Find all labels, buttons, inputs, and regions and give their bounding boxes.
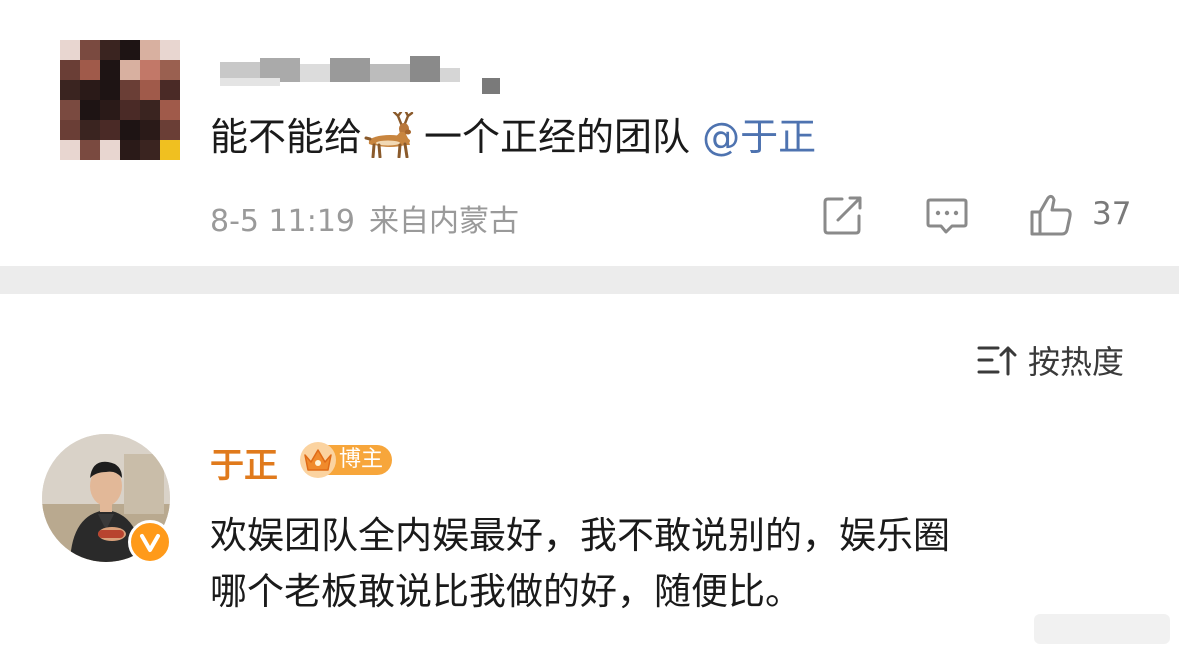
crown-icon: [300, 442, 336, 478]
deer-emoji-icon: [364, 112, 414, 158]
share-icon[interactable]: [820, 192, 866, 238]
post-time: 8-5 11:19: [210, 204, 355, 239]
mention-link[interactable]: @于正: [702, 115, 816, 159]
verified-icon: [128, 520, 172, 564]
weibo-comment-screen: 能不能给 一个正经的团队 @于正 8-5 11:19 来自内蒙古 37 按热度 …: [0, 0, 1179, 659]
post-meta: 8-5 11:19 来自内蒙古: [210, 196, 519, 240]
comment-icon[interactable]: [924, 192, 970, 238]
like-icon[interactable]: [1028, 192, 1074, 238]
sort-label: 按热度: [1028, 343, 1125, 381]
blogger-badge: 博主: [298, 440, 394, 480]
watermark: [1034, 614, 1170, 644]
reply-text-line-1: 欢娱团队全内娱最好，我不敢说别的，娱乐圈: [210, 514, 950, 557]
sort-icon: [977, 346, 1017, 376]
post-text-before: 能不能给: [210, 115, 363, 159]
post-text: 能不能给 一个正经的团队 @于正: [210, 112, 816, 161]
post-location: 来自内蒙古: [369, 204, 519, 239]
blurred-username[interactable]: [220, 54, 500, 96]
reply-text-line-2: 哪个老板敢说比我做的好，随便比。: [210, 570, 802, 613]
blurred-avatar[interactable]: [60, 40, 180, 160]
post-text-after: 一个正经的团队: [424, 115, 691, 159]
sort-by-hot-button[interactable]: 按热度: [976, 338, 1124, 382]
reply-author-name[interactable]: 于正: [210, 438, 278, 487]
like-count: 37: [1092, 196, 1132, 232]
reply-text: 欢娱团队全内娱最好，我不敢说别的，娱乐圈 哪个老板敢说比我做的好，随便比。: [210, 508, 1130, 620]
section-divider: [0, 266, 1179, 294]
